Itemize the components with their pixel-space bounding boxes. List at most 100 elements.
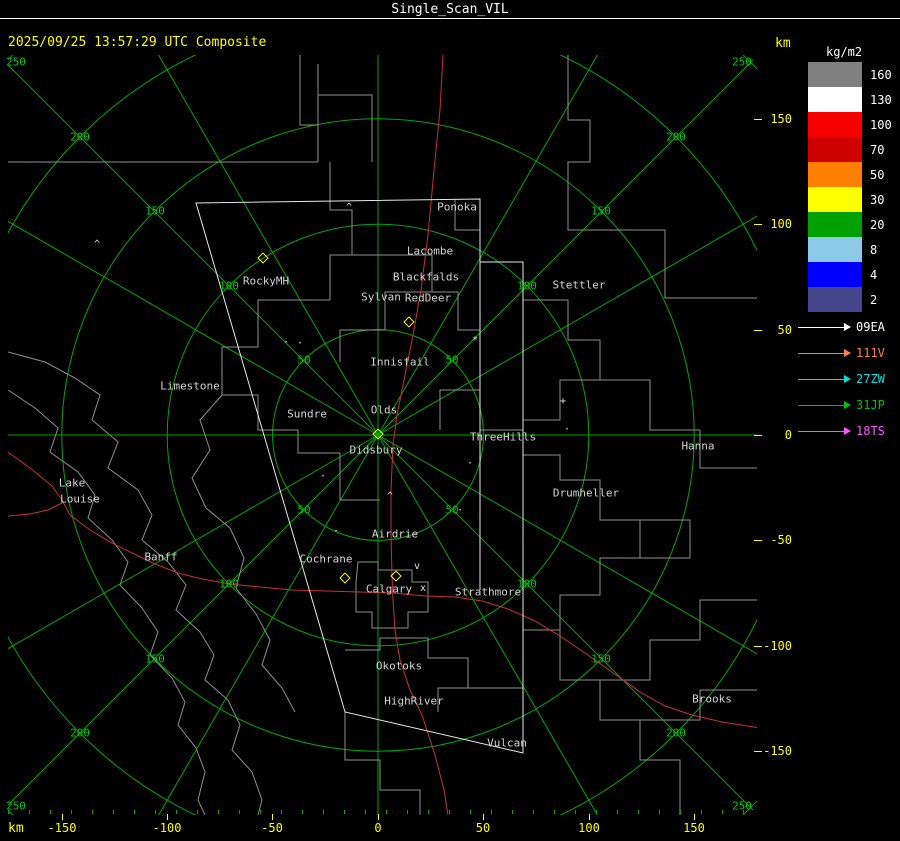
range-ring-label: 100 [219,279,239,293]
range-ring-label: 250 [6,55,26,69]
colorbar-entry: 160 [808,62,892,87]
colorbar-entry: 70 [808,137,892,162]
range-ring-label: 50 [297,503,311,517]
bottom-distance-ruler [8,810,757,814]
colorbar-value: 130 [870,92,892,107]
map-marker: · [282,337,290,348]
bottom-axis-tick [378,814,379,820]
city-label-calgary: Calgary [365,582,413,596]
radar-arrow-head-icon [844,323,851,331]
map-marker: + [559,396,567,407]
radar-id-label: 27ZW [856,372,885,386]
right-axis-tick [754,435,762,436]
bottom-axis-tick [483,814,484,820]
range-ring-label: 200 [70,726,90,740]
colorbar-swatch [808,137,862,162]
range-ring-label: 100 [517,577,537,591]
radar-arrow-line [798,430,844,432]
range-rings-grid [8,55,757,815]
colorbar-value: 50 [870,167,885,182]
city-label-ponoka: Ponoka [437,200,477,214]
colorbar-swatch [808,287,862,312]
radar-id-label: 31JP [856,398,885,412]
right-axis-tick [754,224,762,225]
radar-legend-row: 111V [798,340,885,366]
city-label-highriver: HighRiver [384,694,444,708]
vil-colorbar: 160 130 100 70 50 30 20 8 4 2 [808,62,892,312]
city-label-stettler: Stettler [552,278,606,292]
range-ring-label: 150 [145,204,165,218]
colorbar-swatch [808,112,862,137]
colorbar-entry: 130 [808,87,892,112]
bottom-axis-label: 0 [374,821,382,835]
colorbar-swatch [808,87,862,112]
range-ring-label: 50 [445,353,459,367]
radar-id-label: 18TS [856,424,885,438]
bottom-axis-label: -150 [47,821,77,835]
radar-legend-row: 27ZW [798,366,885,392]
radar-arrow-head-icon [844,375,851,383]
colorbar-swatch [808,262,862,287]
bottom-axis-label: 50 [475,821,491,835]
map-marker: · [296,338,304,349]
right-axis-tick [754,119,762,120]
radar-id-label: 111V [856,346,885,360]
map-marker: ^ [386,491,394,502]
bottom-axis-tick [272,814,273,820]
bottom-axis-label: 100 [578,821,600,835]
map-marker: ^ [93,239,101,250]
city-label-sylvan: Sylvan [361,290,401,304]
colorbar-swatch [808,237,862,262]
city-label-threehills: ThreeHills [469,430,537,444]
right-axis-tick [754,646,762,647]
map-marker: · [319,471,327,482]
city-label-strathmore: Strathmore [454,585,522,599]
city-label-drumheller: Drumheller [552,486,620,500]
map-marker: x [419,583,427,594]
radar-arrow-head-icon [844,427,851,435]
city-label-louise: Louise [60,492,100,506]
bottom-axis-tick [694,814,695,820]
map-marker: · [466,458,474,469]
range-ring-label: 200 [70,130,90,144]
range-ring-label: 200 [666,130,686,144]
radar-id-label: 09EA [856,320,885,334]
right-axis-label: -100 [763,639,792,653]
colorbar-entry: 20 [808,212,892,237]
radar-site-legend: 09EA 111V 27ZW 31JP 18TS [798,314,885,444]
city-label-lacombe: Lacombe [406,244,454,258]
colorbar-swatch [808,62,862,87]
radar-app-window: Single_Scan_VIL 2025/09/25 13:57:29 UTC … [0,0,900,841]
city-label-hanna: Hanna [681,439,715,453]
radar-arrow-line [798,404,844,406]
radar-arrow-line [798,378,844,380]
right-axis-tick [754,540,762,541]
range-ring-label: 100 [219,577,239,591]
city-label-cochrane: Cochrane [299,552,353,566]
map-marker: v [413,561,421,572]
colorbar-value: 30 [870,192,885,207]
range-ring-label: 150 [591,652,611,666]
range-ring-label: 200 [666,726,686,740]
colorbar-entry: 2 [808,287,892,312]
map-marker: ^ [345,202,353,213]
colorbar-swatch [808,162,862,187]
colorbar-entry: 100 [808,112,892,137]
city-label-banff: Banff [144,550,178,564]
colorbar-entry: 30 [808,187,892,212]
colorbar-value: 2 [870,292,878,307]
right-axis-tick [754,751,762,752]
right-axis-label: 0 [784,428,792,442]
bottom-axis-label: -50 [261,821,283,835]
bottom-axis-tick [589,814,590,820]
right-axis-label: 50 [777,323,792,337]
bottom-axis-label: 150 [683,821,705,835]
range-ring-label: 250 [732,55,752,69]
city-label-rockymh: RockyMH [242,274,290,288]
colorbar-swatch [808,187,862,212]
range-ring-label: 150 [591,204,611,218]
colorbar-entry: 50 [808,162,892,187]
colorbar-value: 70 [870,142,885,157]
city-label-blackfalds: Blackfalds [392,270,460,284]
city-label-sundre: Sundre [287,407,327,421]
